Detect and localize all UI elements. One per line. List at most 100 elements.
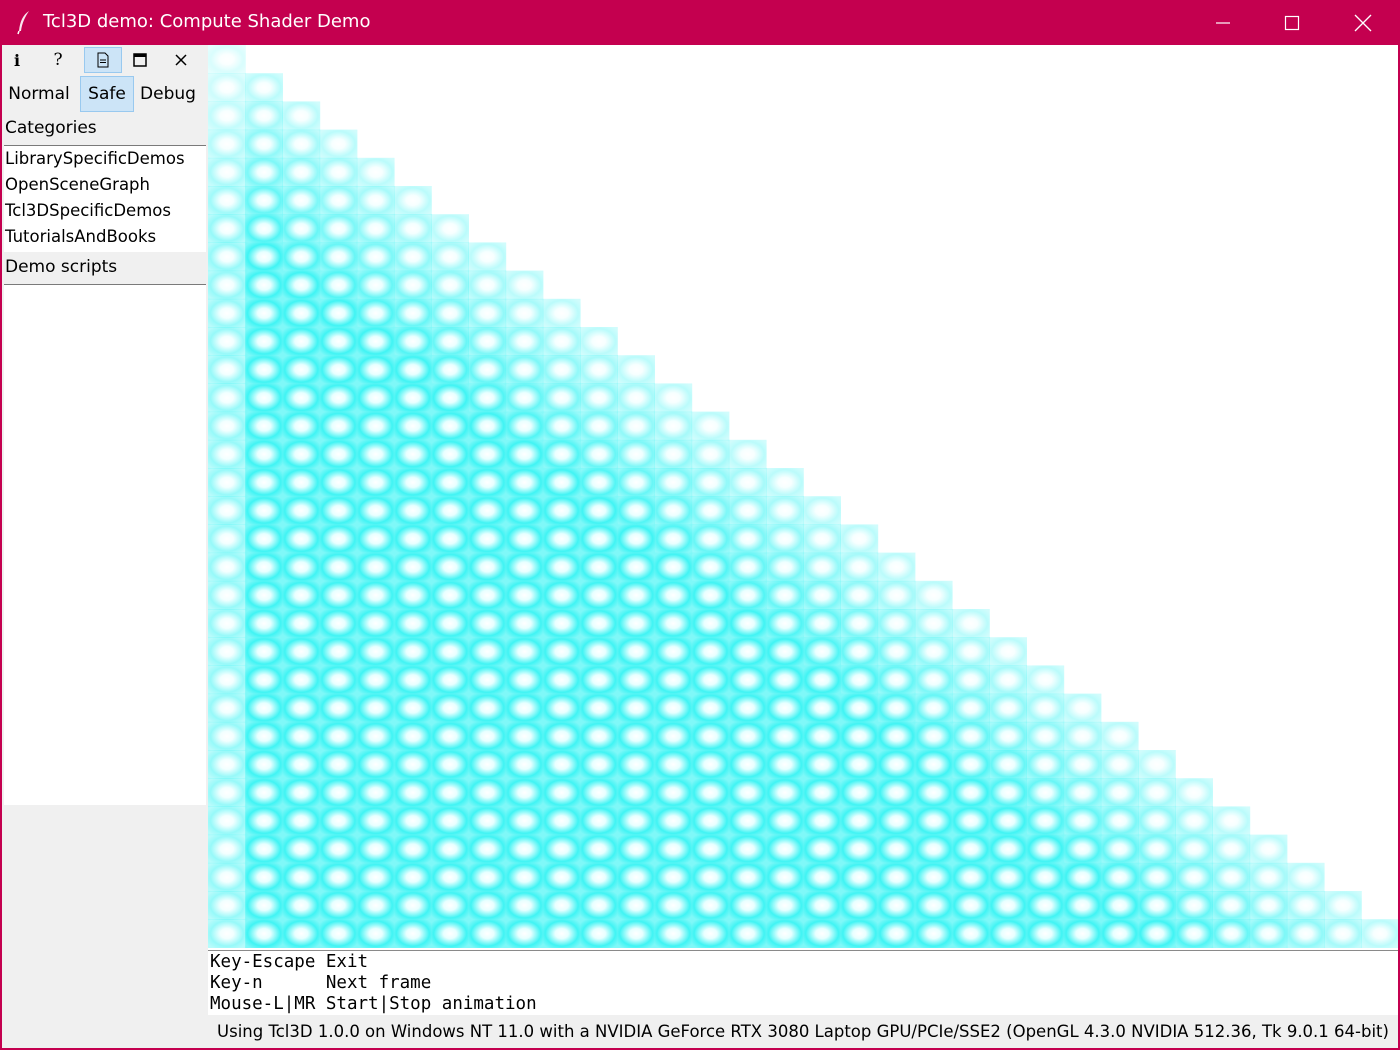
- grid-cell: [1063, 834, 1102, 864]
- grid-cell: [282, 693, 321, 723]
- key-help-line: Key-Escape Exit: [210, 952, 369, 972]
- grid-cell: [728, 468, 767, 497]
- grid-cell: [766, 468, 804, 497]
- list-item[interactable]: OpenSceneGraph: [4, 172, 206, 198]
- grid-cell: [431, 665, 469, 695]
- minimize-icon: [1216, 21, 1230, 24]
- grid-cell: [431, 327, 469, 356]
- grid-cell: [1138, 891, 1176, 920]
- grid-cell: [282, 665, 321, 695]
- grid-cell: [877, 552, 916, 582]
- grid-cell: [1100, 834, 1139, 864]
- grid-cell: [989, 637, 1027, 666]
- mode-debug-button[interactable]: Debug: [136, 76, 200, 112]
- grid-cell: [245, 693, 283, 723]
- list-item[interactable]: Tcl3DSpecificDemos: [4, 198, 206, 224]
- list-item[interactable]: LibrarySpecificDemos: [4, 146, 206, 172]
- grid-cell: [952, 665, 990, 695]
- grid-cell: [617, 637, 655, 666]
- grid-cell: [1324, 919, 1362, 948]
- grid-cell: [245, 552, 283, 582]
- grid-cell: [431, 919, 469, 948]
- grid-cell: [356, 609, 395, 638]
- grid-cell: [1175, 806, 1213, 836]
- grid-cell: [1026, 891, 1065, 920]
- grid-cell: [1138, 778, 1176, 807]
- grid-cell: [1063, 919, 1102, 948]
- grid-cell: [766, 637, 804, 666]
- grid-cell: [877, 778, 916, 807]
- grid-cell: [803, 891, 841, 920]
- grid-cell: [394, 919, 432, 948]
- grid-cell: [208, 186, 246, 215]
- grid-cell: [1175, 919, 1213, 948]
- grid-cell: [468, 496, 507, 525]
- grid-cell: [319, 637, 358, 666]
- grid-cell: [728, 806, 767, 836]
- grid-cell: [803, 609, 841, 638]
- opengl-canvas[interactable]: [208, 45, 1398, 950]
- grid-cell: [914, 834, 953, 864]
- grid-cell: [803, 919, 841, 948]
- grid-cell: [691, 778, 730, 807]
- grid-cell: [542, 693, 581, 723]
- grid-cell: [356, 721, 395, 751]
- grid-cell: [208, 552, 246, 582]
- demo-scripts-list[interactable]: [4, 284, 206, 805]
- grid-cell: [245, 834, 283, 864]
- grid-cell: [952, 806, 990, 836]
- status-bar: Using Tcl3D 1.0.0 on Windows NT 11.0 wit…: [217, 1022, 1389, 1041]
- maximize-button[interactable]: [1257, 0, 1327, 45]
- window-button[interactable]: [121, 47, 159, 73]
- grid-cell: [431, 355, 469, 384]
- grid-cell: [245, 355, 283, 384]
- grid-cell: [1063, 750, 1102, 779]
- grid-cell: [580, 862, 618, 892]
- grid-cell: [431, 270, 469, 300]
- grid-cell: [282, 101, 321, 131]
- grid-cell: [356, 778, 395, 807]
- grid-cell: [356, 665, 395, 695]
- grid-cell: [691, 580, 730, 610]
- info-button[interactable]: i: [0, 47, 36, 73]
- grid-cell: [542, 750, 581, 779]
- mode-normal-button[interactable]: Normal: [4, 76, 74, 112]
- help-button[interactable]: ?: [39, 47, 77, 73]
- grid-cell: [1100, 891, 1139, 920]
- grid-cell: [580, 496, 618, 525]
- grid-cell: [877, 919, 916, 948]
- document-button[interactable]: [84, 47, 122, 73]
- grid-cell: [468, 468, 507, 497]
- grid-cell: [691, 524, 730, 554]
- close-window-button[interactable]: [1328, 0, 1398, 45]
- grid-cell: [319, 524, 358, 554]
- grid-cell: [580, 327, 618, 356]
- grid-cell: [319, 834, 358, 864]
- grid-cell: [766, 750, 804, 779]
- grid-cell: [617, 355, 655, 384]
- grid-cell: [989, 806, 1027, 836]
- grid-cell: [728, 496, 767, 525]
- grid-cell: [468, 637, 507, 666]
- grid-cell: [803, 524, 841, 554]
- grid-cell: [654, 383, 693, 413]
- grid-cell: [952, 637, 990, 666]
- grid-cell: [728, 891, 767, 920]
- minimize-button[interactable]: [1188, 0, 1258, 45]
- categories-list[interactable]: LibrarySpecificDemos OpenSceneGraph Tcl3…: [4, 145, 206, 252]
- grid-cell: [766, 891, 804, 920]
- grid-cell: [394, 439, 432, 469]
- grid-cell: [728, 552, 767, 582]
- list-item[interactable]: TutorialsAndBooks: [4, 224, 206, 250]
- grid-cell: [1063, 778, 1102, 807]
- categories-label: Categories: [5, 118, 97, 138]
- mode-safe-button[interactable]: Safe: [80, 76, 134, 112]
- grid-cell: [766, 524, 804, 554]
- grid-cell: [468, 919, 507, 948]
- grid-cell: [319, 750, 358, 779]
- grid-cell: [989, 778, 1027, 807]
- grid-cell: [431, 778, 469, 807]
- close-button[interactable]: [162, 47, 200, 73]
- grid-cell: [728, 609, 767, 638]
- grid-cell: [766, 806, 804, 836]
